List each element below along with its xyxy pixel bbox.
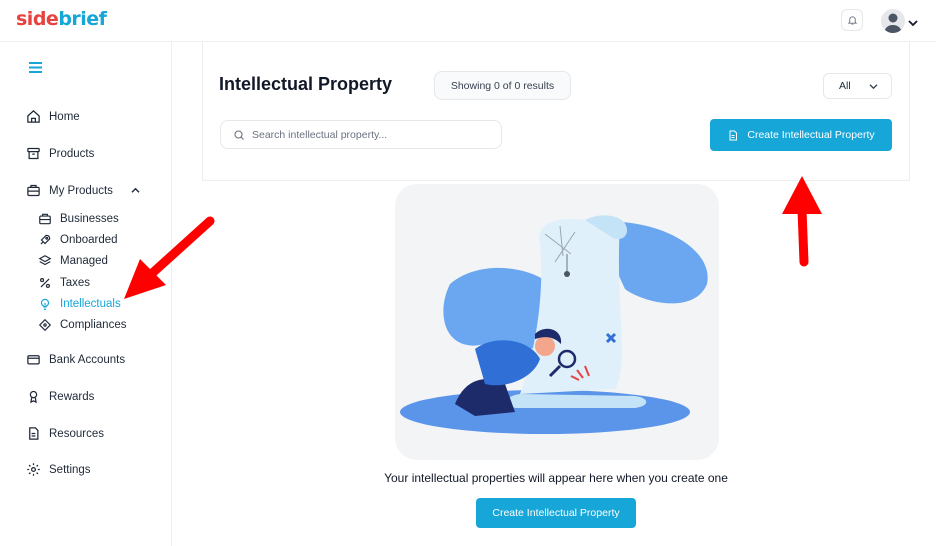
- annotation-arrow-up: [782, 176, 822, 267]
- sidebar-subitem-compliances[interactable]: Compliances: [38, 318, 126, 332]
- sidebar-item-rewards[interactable]: Rewards: [26, 389, 94, 404]
- sidebar-item-resources[interactable]: Resources: [26, 426, 104, 441]
- percent-icon: [40, 278, 50, 288]
- sidebar-subitem-businesses[interactable]: Businesses: [38, 212, 119, 226]
- sidebar-item-settings[interactable]: Settings: [26, 462, 91, 477]
- top-bar: sidebrief: [0, 0, 936, 42]
- empty-state-illustration: [395, 184, 719, 460]
- document-icon: [729, 130, 738, 140]
- empty-state-message: Your intellectual properties will appear…: [384, 471, 728, 485]
- chevron-down-icon[interactable]: [908, 14, 918, 32]
- bell-icon[interactable]: [841, 9, 863, 31]
- document-icon: [29, 427, 39, 440]
- sidebrief-logo[interactable]: sidebrief: [16, 8, 107, 30]
- diamond-icon: [38, 318, 52, 332]
- sidebar-subitem-onboarded[interactable]: Onboarded: [38, 233, 118, 247]
- sidebar-subitem-intellectuals[interactable]: Intellectuals: [38, 297, 121, 311]
- search-field[interactable]: [220, 120, 502, 149]
- home-icon: [27, 110, 40, 123]
- sidebar-subitem-managed[interactable]: Managed: [38, 254, 108, 268]
- filter-value: All: [839, 80, 851, 92]
- chevron-up-icon[interactable]: [131, 187, 140, 194]
- sidebar-subitem-taxes[interactable]: Taxes: [38, 276, 90, 290]
- sidebar-item-products[interactable]: Products: [26, 146, 94, 161]
- medal-icon: [29, 390, 38, 404]
- sidebar-item-my-products[interactable]: My Products: [26, 183, 140, 198]
- briefcase-icon: [27, 184, 40, 197]
- briefcase-icon: [39, 213, 51, 225]
- card-icon: [27, 355, 40, 365]
- lightbulb-icon: [40, 298, 50, 310]
- search-icon: [234, 129, 244, 140]
- gear-icon: [27, 463, 40, 476]
- search-input[interactable]: [252, 128, 492, 141]
- create-intellectual-property-button[interactable]: Create Intellectual Property: [710, 119, 892, 151]
- sidebar-item-home[interactable]: Home: [26, 109, 80, 124]
- chevron-down-icon: [869, 83, 878, 89]
- user-avatar-icon[interactable]: [881, 9, 905, 33]
- layers-icon: [38, 255, 52, 266]
- archive-icon: [27, 147, 40, 160]
- filter-select[interactable]: All: [823, 73, 892, 99]
- rocket-icon: [40, 234, 51, 245]
- sidebar-item-bank-accounts[interactable]: Bank Accounts: [26, 352, 125, 367]
- results-count-badge: Showing 0 of 0 results: [434, 71, 571, 100]
- create-intellectual-property-button-bottom[interactable]: Create Intellectual Property: [476, 498, 636, 528]
- page-title: Intellectual Property: [219, 74, 393, 94]
- header-panel: [202, 42, 910, 181]
- hamburger-icon[interactable]: [29, 60, 42, 78]
